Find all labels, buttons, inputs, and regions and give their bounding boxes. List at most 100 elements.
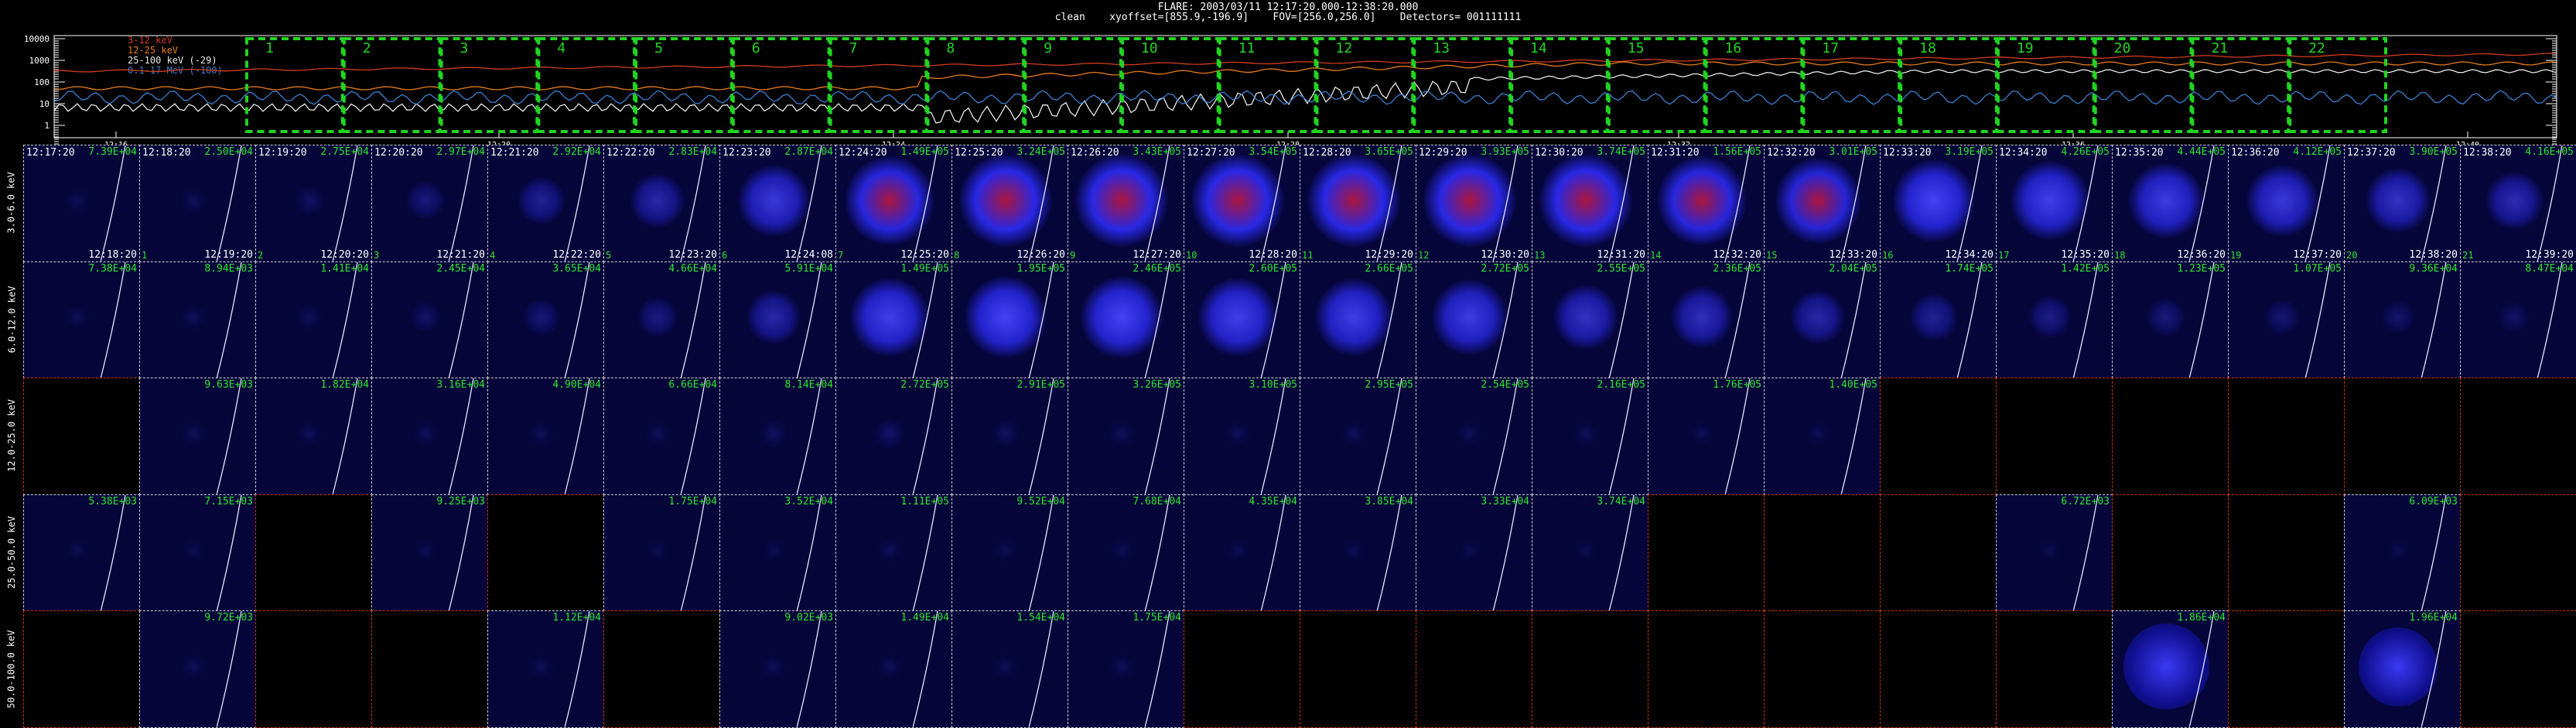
image-cell[interactable]: 1.49E+04 [835, 610, 952, 728]
empty-image-cell[interactable] [1532, 610, 1648, 728]
empty-image-cell[interactable] [2344, 378, 2461, 495]
empty-image-cell[interactable] [2460, 610, 2576, 728]
image-cell[interactable]: 9.36E+04 [2344, 261, 2461, 379]
image-cell[interactable]: 2.46E+05 [1068, 261, 1184, 379]
image-cell[interactable]: 4.26E+05 12:34:20 12:35:20 17 [1996, 145, 2113, 262]
image-cell[interactable]: 4.66E+04 [603, 261, 720, 379]
image-cell[interactable]: 6.66E+04 [603, 378, 720, 495]
empty-image-cell[interactable] [1996, 378, 2113, 495]
empty-image-cell[interactable] [1996, 610, 2113, 728]
empty-image-cell[interactable] [2228, 610, 2345, 728]
image-cell[interactable]: 3.90E+05 12:37:20 12:38:20 20 [2344, 145, 2461, 262]
image-cell[interactable]: 1.41E+04 [255, 261, 372, 379]
image-cell[interactable]: 1.82E+04 [255, 378, 372, 495]
image-cell[interactable]: 2.75E+04 12:19:20 12:20:20 2 [255, 145, 372, 262]
image-cell[interactable]: 3.93E+05 12:29:20 12:30:20 12 [1416, 145, 1532, 262]
image-cell[interactable]: 1.75E+04 [1068, 610, 1184, 728]
image-cell[interactable]: 2.91E+05 [951, 378, 1068, 495]
image-cell[interactable]: 1.07E+05 [2228, 261, 2345, 379]
empty-image-cell[interactable] [1764, 494, 1881, 612]
image-cell[interactable]: 3.24E+05 12:25:20 12:26:20 8 [951, 145, 1068, 262]
image-cell[interactable]: 2.72E+05 [835, 378, 952, 495]
image-cell[interactable]: 8.14E+04 [719, 378, 836, 495]
empty-image-cell[interactable] [2112, 494, 2229, 612]
image-cell[interactable]: 3.19E+05 12:33:20 12:34:20 16 [1880, 145, 1997, 262]
image-cell[interactable]: 2.92E+04 12:21:20 12:22:20 4 [487, 145, 604, 262]
image-cell[interactable]: 3.85E+04 [1300, 494, 1416, 612]
empty-image-cell[interactable] [1416, 610, 1532, 728]
image-cell[interactable]: 7.68E+04 [1068, 494, 1184, 612]
image-cell[interactable]: 4.44E+05 12:35:20 12:36:20 18 [2112, 145, 2229, 262]
empty-image-cell[interactable] [1300, 610, 1416, 728]
image-cell[interactable]: 3.43E+05 12:26:20 12:27:20 9 [1068, 145, 1184, 262]
image-cell[interactable]: 1.42E+05 [1996, 261, 2113, 379]
empty-image-cell[interactable] [2460, 378, 2576, 495]
empty-image-cell[interactable] [1648, 494, 1765, 612]
image-cell[interactable]: 3.01E+05 12:32:20 12:33:20 15 [1764, 145, 1881, 262]
empty-image-cell[interactable] [1880, 494, 1997, 612]
image-cell[interactable]: 4.90E+04 [487, 378, 604, 495]
image-cell[interactable]: 1.12E+04 [487, 610, 604, 728]
image-cell[interactable]: 7.15E+03 [139, 494, 256, 612]
image-cell[interactable]: 9.02E+03 [719, 610, 836, 728]
image-cell[interactable]: 3.74E+04 [1532, 494, 1648, 612]
empty-image-cell[interactable] [255, 610, 372, 728]
image-cell[interactable]: 1.40E+05 [1764, 378, 1881, 495]
image-cell[interactable]: 5.91E+04 [719, 261, 836, 379]
empty-image-cell[interactable] [2228, 378, 2345, 495]
image-cell[interactable]: 8.94E+03 [139, 261, 256, 379]
image-cell[interactable]: 6.09E+03 [2344, 494, 2461, 612]
image-cell[interactable]: 1.56E+05 12:31:20 12:32:20 14 [1648, 145, 1765, 262]
empty-image-cell[interactable] [603, 610, 720, 728]
image-cell[interactable]: 1.54E+04 [951, 610, 1068, 728]
image-cell[interactable]: 7.38E+04 [23, 261, 140, 379]
image-cell[interactable]: 6.72E+03 [1996, 494, 2113, 612]
image-cell[interactable]: 1.95E+05 [951, 261, 1068, 379]
empty-image-cell[interactable] [371, 610, 488, 728]
image-cell[interactable]: 1.96E+04 [2344, 610, 2461, 728]
empty-image-cell[interactable] [2460, 494, 2576, 612]
image-cell[interactable]: 7.39E+04 12:17:20 12:18:20 [23, 145, 140, 262]
image-cell[interactable]: 1.76E+05 [1648, 378, 1765, 495]
image-cell[interactable]: 2.95E+05 [1300, 378, 1416, 495]
image-cell[interactable]: 3.65E+04 [487, 261, 604, 379]
image-cell[interactable]: 2.50E+04 12:18:20 12:19:20 1 [139, 145, 256, 262]
image-cell[interactable]: 2.66E+05 [1300, 261, 1416, 379]
image-cell[interactable]: 8.47E+04 [2460, 261, 2576, 379]
image-cell[interactable]: 9.72E+03 [139, 610, 256, 728]
image-cell[interactable]: 5.38E+03 [23, 494, 140, 612]
image-cell[interactable]: 4.12E+05 12:36:20 12:37:20 19 [2228, 145, 2345, 262]
image-cell[interactable]: 3.26E+05 [1068, 378, 1184, 495]
empty-image-cell[interactable] [1648, 610, 1765, 728]
image-cell[interactable]: 3.65E+05 12:28:20 12:29:20 11 [1300, 145, 1416, 262]
image-cell[interactable]: 4.35E+04 [1184, 494, 1300, 612]
image-cell[interactable]: 2.04E+05 [1764, 261, 1881, 379]
empty-image-cell[interactable] [1184, 610, 1300, 728]
image-cell[interactable]: 3.16E+04 [371, 378, 488, 495]
image-cell[interactable]: 9.52E+04 [951, 494, 1068, 612]
image-cell[interactable]: 1.75E+04 [603, 494, 720, 612]
image-cell[interactable]: 3.52E+04 [719, 494, 836, 612]
image-cell[interactable]: 1.49E+05 [835, 261, 952, 379]
image-cell[interactable]: 1.86E+04 [2112, 610, 2229, 728]
empty-image-cell[interactable] [487, 494, 604, 612]
image-cell[interactable]: 2.83E+04 12:22:20 12:23:20 5 [603, 145, 720, 262]
empty-image-cell[interactable] [1880, 378, 1997, 495]
empty-image-cell[interactable] [23, 378, 140, 495]
image-cell[interactable]: 1.74E+05 [1880, 261, 1997, 379]
empty-image-cell[interactable] [2228, 494, 2345, 612]
empty-image-cell[interactable] [1764, 610, 1881, 728]
empty-image-cell[interactable] [255, 494, 372, 612]
empty-image-cell[interactable] [2112, 378, 2229, 495]
image-cell[interactable]: 2.60E+05 [1184, 261, 1300, 379]
image-cell[interactable]: 3.74E+05 12:30:20 12:31:20 13 [1532, 145, 1648, 262]
image-cell[interactable]: 2.45E+04 [371, 261, 488, 379]
empty-image-cell[interactable] [23, 610, 140, 728]
image-cell[interactable]: 9.63E+03 [139, 378, 256, 495]
image-cell[interactable]: 1.49E+05 12:24:20 12:25:20 7 [835, 145, 952, 262]
image-cell[interactable]: 2.16E+05 [1532, 378, 1648, 495]
image-cell[interactable]: 2.87E+04 12:23:20 12:24:08 6 [719, 145, 836, 262]
image-cell[interactable]: 1.23E+05 [2112, 261, 2229, 379]
image-cell[interactable]: 4.16E+05 12:38:20 12:39:20 21 [2460, 145, 2576, 262]
image-cell[interactable]: 1.11E+05 [835, 494, 952, 612]
